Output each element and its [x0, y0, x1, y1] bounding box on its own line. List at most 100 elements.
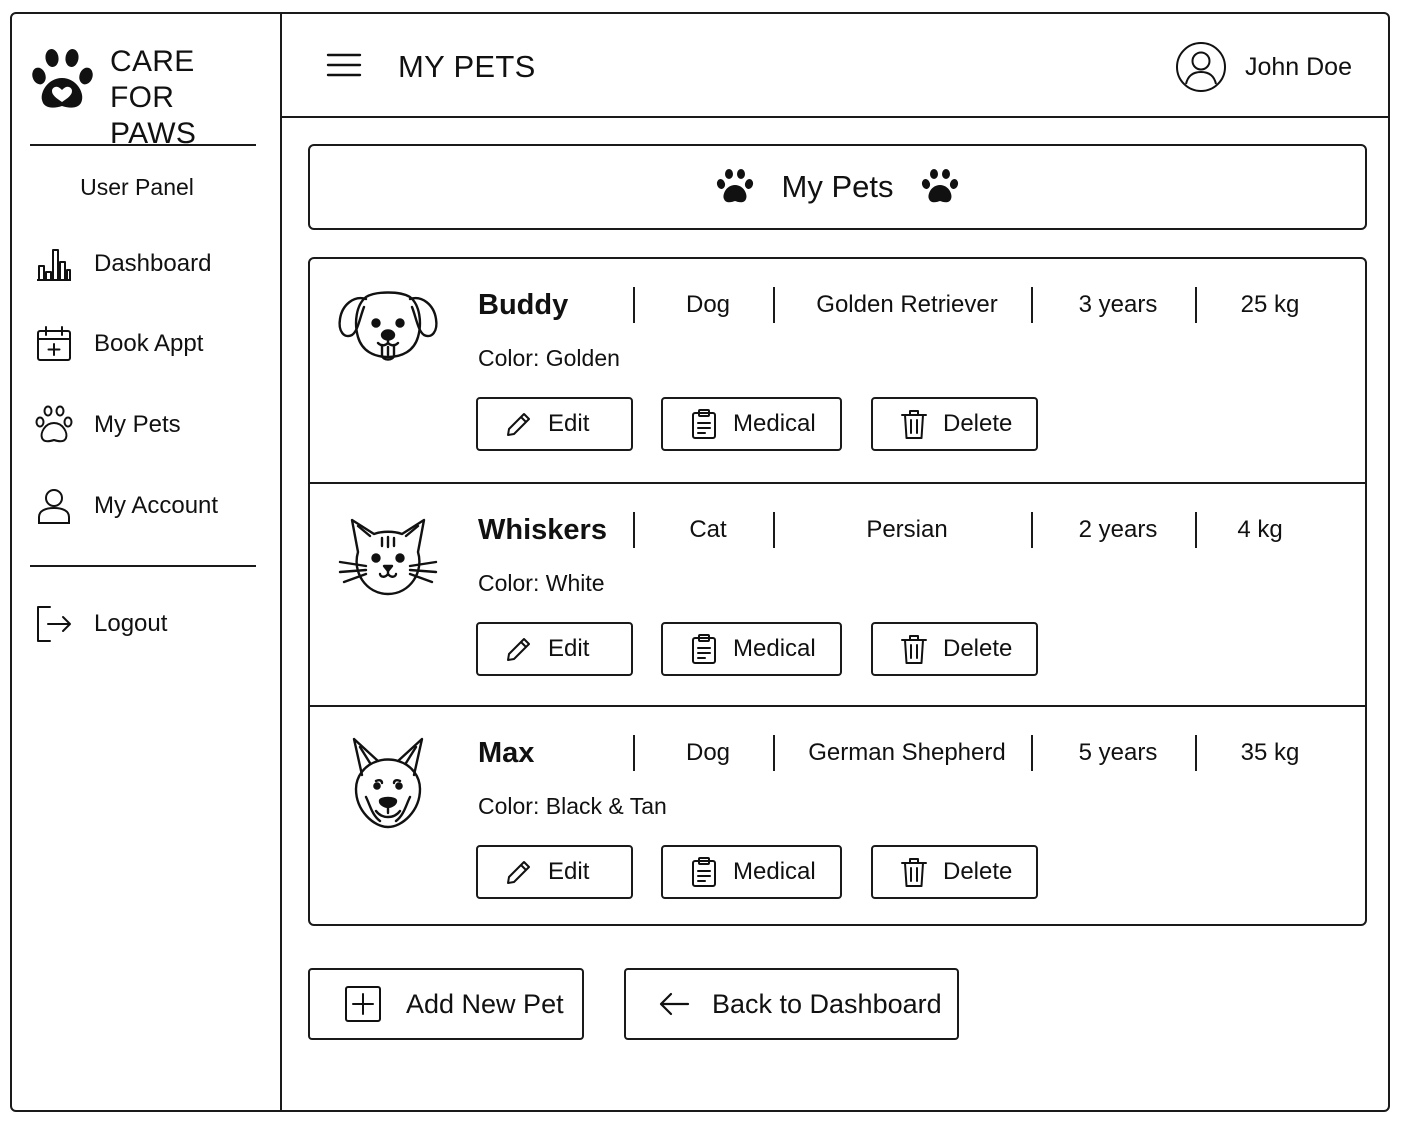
sidebar-item-label: Logout [94, 610, 168, 637]
medical-button[interactable]: Medical [661, 845, 842, 899]
pet-breed: Persian [866, 516, 948, 543]
pet-weight: 35 kg [1240, 739, 1300, 766]
puppy-icon [336, 287, 440, 373]
sidebar-item-label: My Account [94, 492, 219, 519]
pet-weight: 25 kg [1240, 291, 1300, 318]
pet-name: Buddy [478, 289, 569, 321]
field-separator [1031, 735, 1033, 771]
delete-button[interactable]: Delete [871, 845, 1038, 899]
clipboard-icon [689, 633, 719, 665]
page-title: MY PETS [398, 49, 536, 84]
field-separator [1195, 512, 1197, 548]
section-title-bar: My Pets [308, 144, 1367, 230]
medical-button-label: Medical [733, 858, 816, 885]
medical-button-label: Medical [733, 410, 816, 437]
pet-species: Cat [689, 516, 727, 543]
sidebar-item-dashboard[interactable]: Dashboard [34, 242, 264, 286]
pet-color: Color: Golden [478, 345, 620, 371]
pencil-icon [504, 634, 534, 664]
pet-color: Color: White [478, 570, 605, 596]
sidebar-divider [30, 565, 256, 567]
sidebar-item-my-pets[interactable]: My Pets [34, 403, 264, 447]
add-new-pet-button[interactable]: Add New Pet [308, 968, 584, 1040]
field-separator [1031, 512, 1033, 548]
delete-button-label: Delete [943, 858, 1013, 885]
field-separator [633, 735, 635, 771]
medical-button[interactable]: Medical [661, 397, 842, 451]
medical-button-label: Medical [733, 635, 816, 662]
delete-button-label: Delete [943, 410, 1013, 437]
shepherd-dog-icon [336, 735, 440, 831]
pet-list: Buddy Dog Golden Retriever 3 years 25 kg… [308, 257, 1367, 926]
pet-card-whiskers: Whiskers Cat Persian 2 years 4 kg Color:… [310, 482, 1365, 705]
pet-name: Max [478, 737, 535, 769]
user-menu[interactable]: John Doe [1175, 40, 1352, 94]
sidebar: CARE FOR PAWS User Panel Dashboard Book … [12, 14, 282, 1110]
hamburger-menu-icon[interactable] [326, 50, 362, 80]
pet-breed: Golden Retriever [816, 291, 998, 318]
sidebar-item-my-account[interactable]: My Account [34, 484, 264, 528]
trash-icon [899, 633, 929, 665]
field-separator [773, 735, 775, 771]
section-title: My Pets [781, 169, 894, 204]
arrow-left-icon [658, 991, 690, 1017]
trash-icon [899, 408, 929, 440]
sidebar-item-label: My Pets [94, 411, 181, 438]
delete-button[interactable]: Delete [871, 622, 1038, 676]
field-separator [773, 512, 775, 548]
calendar-plus-icon [34, 324, 74, 364]
panel-title: User Panel [80, 174, 194, 200]
paw-icon [921, 169, 959, 205]
bar-chart-icon [34, 244, 74, 284]
clipboard-icon [689, 408, 719, 440]
field-separator [1195, 287, 1197, 323]
delete-button[interactable]: Delete [871, 397, 1038, 451]
paw-heart-icon [30, 48, 96, 114]
field-separator [633, 287, 635, 323]
logout-icon [34, 604, 74, 644]
sidebar-item-book-appt[interactable]: Book Appt [34, 322, 264, 366]
pet-age: 3 years [1078, 291, 1158, 318]
brand-name: CARE FOR PAWS [110, 44, 260, 152]
pet-species: Dog [685, 739, 731, 766]
brand-name-line1: CARE FOR [110, 45, 195, 114]
trash-icon [899, 856, 929, 888]
user-circle-icon [1175, 41, 1227, 93]
pet-age: 5 years [1078, 739, 1158, 766]
pet-breed: German Shepherd [808, 739, 1006, 766]
pencil-icon [504, 409, 534, 439]
back-to-dashboard-button[interactable]: Back to Dashboard [624, 968, 959, 1040]
pet-card-max: Max Dog German Shepherd 5 years 35 kg Co… [310, 705, 1365, 924]
brand[interactable]: CARE FOR PAWS [30, 44, 260, 150]
field-separator [633, 512, 635, 548]
edit-button-label: Edit [548, 858, 590, 885]
pencil-icon [504, 857, 534, 887]
field-separator [1031, 287, 1033, 323]
edit-button[interactable]: Edit [476, 622, 633, 676]
sidebar-item-label: Dashboard [94, 250, 212, 277]
app-window: CARE FOR PAWS User Panel Dashboard Book … [10, 12, 1390, 1112]
back-to-dashboard-label: Back to Dashboard [712, 988, 942, 1019]
medical-button[interactable]: Medical [661, 622, 842, 676]
paw-icon [34, 405, 74, 445]
delete-button-label: Delete [943, 635, 1013, 662]
pet-age: 2 years [1078, 516, 1158, 543]
field-separator [773, 287, 775, 323]
sidebar-item-label: Book Appt [94, 330, 204, 357]
field-separator [1195, 735, 1197, 771]
edit-button-label: Edit [548, 410, 590, 437]
pet-card-buddy: Buddy Dog Golden Retriever 3 years 25 kg… [310, 259, 1365, 482]
pet-color: Color: Black & Tan [478, 793, 667, 819]
user-name: John Doe [1244, 52, 1352, 81]
edit-button[interactable]: Edit [476, 397, 633, 451]
top-bar: MY PETS John Doe [282, 14, 1388, 118]
plus-square-icon [344, 985, 382, 1023]
pet-weight: 4 kg [1237, 516, 1283, 543]
sidebar-item-logout[interactable]: Logout [34, 602, 264, 646]
edit-button[interactable]: Edit [476, 845, 633, 899]
pet-name: Whiskers [478, 514, 607, 546]
sidebar-divider [30, 144, 256, 146]
user-icon [34, 486, 74, 526]
clipboard-icon [689, 856, 719, 888]
brand-name-line2: PAWS [110, 117, 197, 150]
